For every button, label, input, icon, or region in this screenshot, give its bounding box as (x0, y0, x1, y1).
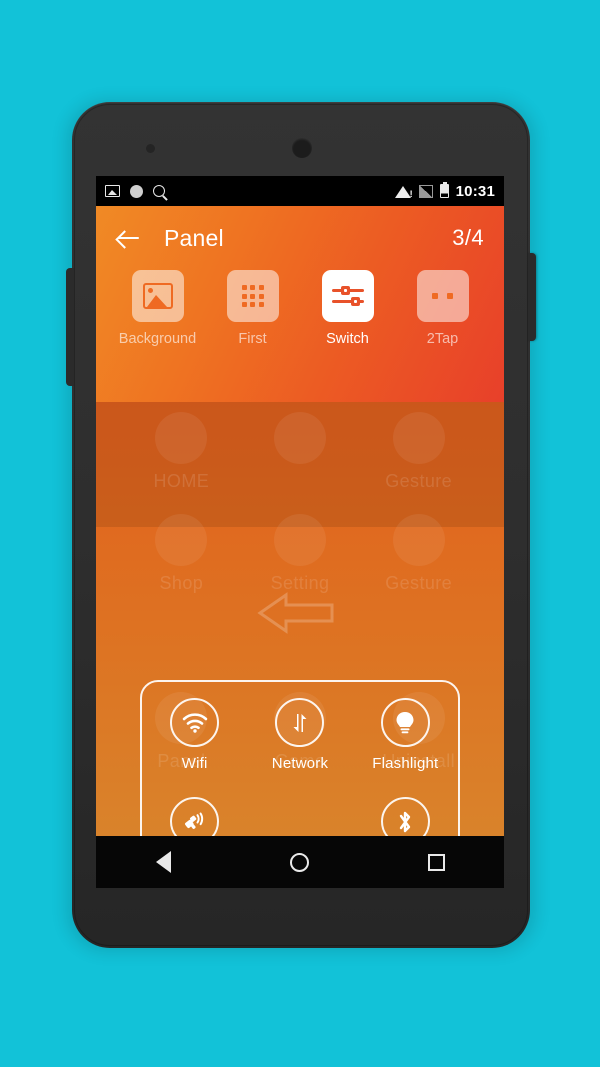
background-cell: Gesture (359, 514, 478, 594)
page-title: Panel (164, 224, 224, 251)
switch-label-wifi: Wifi (181, 755, 208, 772)
tab-background[interactable]: Background (110, 270, 205, 347)
background-icon (392, 412, 445, 464)
android-navigation-bar (96, 836, 504, 888)
title-bar: Panel 3/4 (96, 206, 504, 270)
tab-switch[interactable]: Switch (300, 270, 395, 347)
back-arrow-icon[interactable] (116, 225, 142, 251)
background-cell: Setting (241, 514, 360, 594)
switch-item-network[interactable]: Network (247, 698, 352, 797)
bluetooth-icon (380, 797, 430, 836)
status-bar-system: ! 10:31 (394, 181, 495, 200)
tab-label-2tap: 2Tap (426, 331, 459, 347)
sliders-icon (331, 284, 364, 308)
tab-icon-switch (321, 270, 374, 322)
volume-button[interactable] (66, 268, 74, 386)
tab-2tap[interactable]: 2Tap (395, 270, 490, 347)
switch-label-network: Network (271, 755, 329, 772)
tab-icon-2tap (416, 270, 469, 322)
wifi-warning-icon: ! (394, 185, 413, 198)
recent-square-icon[interactable] (427, 853, 445, 871)
wallpaper-content-area: HOME Gesture Shop Setting Gesture Panel … (96, 402, 504, 836)
background-icon (155, 412, 208, 464)
tab-label-background: Background (118, 331, 197, 347)
battery-icon (439, 181, 449, 198)
grid-icon (241, 285, 264, 307)
proximity-sensor (146, 144, 155, 153)
background-label: HOME (153, 471, 210, 491)
status-bar-clock: 10:31 (455, 182, 495, 200)
background-cell: HOME (122, 412, 241, 492)
left-arrow-watermark-icon (257, 592, 334, 634)
background-cell: Gesture (359, 412, 478, 492)
tab-label-first: First (238, 331, 267, 347)
tab-bar: Background First Switch 2Tap (96, 270, 504, 347)
power-button[interactable] (528, 253, 536, 341)
home-circle-icon[interactable] (289, 852, 309, 872)
page-counter: 3/4 (452, 225, 484, 250)
image-icon (105, 185, 120, 197)
switch-item-flashlight[interactable]: Flashlight (353, 698, 458, 797)
circle-icon (130, 184, 143, 198)
switch-item-empty (247, 797, 352, 836)
app-header: Panel 3/4 Background First Switch 2Tap (96, 206, 504, 402)
switch-overlay-panel: Wifi Network Flashlight (140, 680, 460, 836)
two-dots-icon (428, 283, 458, 309)
tab-label-switch: Switch (326, 331, 369, 347)
wifi-icon (170, 698, 220, 747)
status-bar-notifications (105, 184, 165, 198)
background-icon (392, 514, 445, 566)
background-label: Gesture (385, 471, 453, 491)
back-triangle-icon[interactable] (155, 851, 171, 873)
tab-icon-background (131, 270, 184, 322)
switch-label-flashlight: Flashlight (372, 755, 439, 772)
network-sync-icon (275, 698, 325, 747)
background-icon (274, 412, 326, 464)
front-camera (292, 138, 312, 158)
screenshot-stage: ! 10:31 Panel 3/4 Background First Switc… (0, 0, 600, 1067)
status-bar: ! 10:31 (96, 176, 504, 206)
background-label: Gesture (385, 573, 453, 593)
background-cell (241, 412, 360, 492)
switch-row-2: Gps Bluetooth (142, 797, 458, 836)
phone-screen: ! 10:31 Panel 3/4 Background First Switc… (96, 176, 504, 888)
switch-row-1: Wifi Network Flashlight (142, 698, 458, 797)
tab-first[interactable]: First (205, 270, 300, 347)
search-icon (153, 185, 165, 197)
gps-satellite-icon (170, 797, 220, 836)
switch-item-wifi[interactable]: Wifi (142, 698, 247, 797)
tab-icon-first (226, 270, 279, 322)
switch-item-bluetooth[interactable]: Bluetooth (353, 797, 458, 836)
background-icon (155, 514, 208, 566)
signal-off-icon (418, 184, 433, 198)
photo-icon (142, 283, 173, 309)
background-row-1: HOME Gesture (122, 412, 478, 492)
background-row-2: Shop Setting Gesture (122, 514, 478, 594)
lightbulb-icon (380, 698, 430, 747)
background-icon (274, 514, 326, 566)
background-label: Shop (159, 573, 204, 593)
background-cell: Shop (122, 514, 241, 594)
switch-item-gps[interactable]: Gps (142, 797, 247, 836)
